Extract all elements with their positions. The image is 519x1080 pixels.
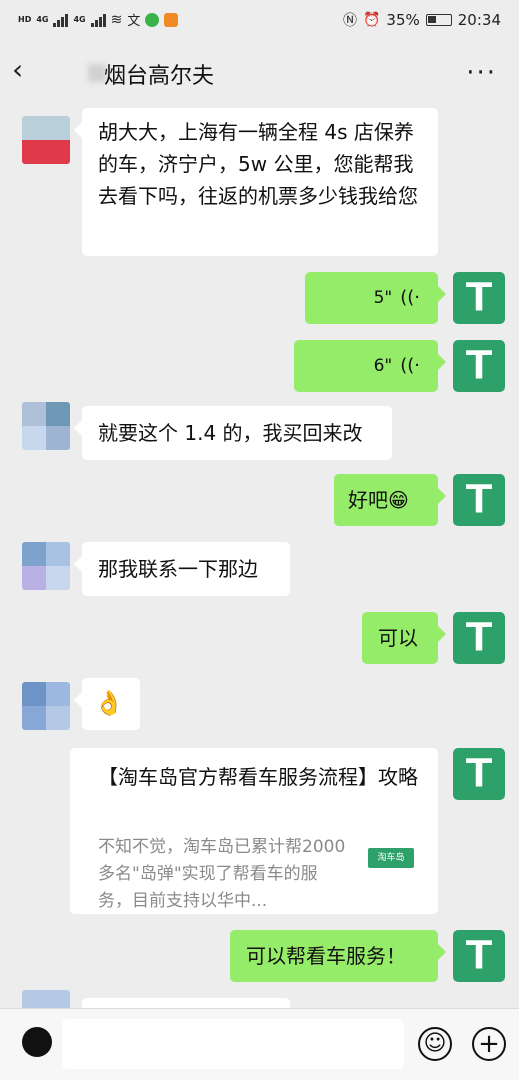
network-label-1: 4G	[36, 14, 49, 24]
back-button[interactable]: ‹	[12, 56, 42, 86]
signal-icon-1	[53, 13, 69, 27]
network-label-2: 4G	[73, 14, 86, 24]
more-options-button[interactable]: ···	[466, 58, 497, 88]
voice-wave-icon: ((·	[400, 287, 420, 308]
wifi-icon: ≋	[110, 11, 123, 28]
voice-duration: 5"	[373, 288, 393, 308]
message-bubble-received[interactable]: 👌	[74, 678, 140, 730]
t-logo-icon: T	[465, 933, 493, 979]
my-avatar[interactable]: T	[453, 340, 505, 392]
t-logo-icon: T	[465, 751, 493, 797]
alarm-icon: ⏰	[362, 12, 381, 28]
message-text: 可以帮看车服务！	[246, 944, 406, 968]
input-bar: ☺ +	[0, 1008, 519, 1080]
my-avatar[interactable]: T	[453, 930, 505, 982]
t-logo-icon: T	[465, 343, 493, 389]
contact-avatar[interactable]	[22, 542, 70, 590]
card-source-logo: 淘车岛	[368, 848, 414, 868]
chat-header: ‹ 烟台高尔夫 ···	[0, 40, 519, 106]
card-title: 【淘车岛官方帮看车服务流程】攻略	[98, 765, 418, 789]
status-right: Ⓝ ⏰ 35% 20:34	[343, 10, 501, 30]
contact-avatar[interactable]	[22, 402, 70, 450]
message-bubble-received[interactable]: 那我联系一下那边	[74, 542, 290, 596]
emoji-button[interactable]: ☺	[418, 1027, 452, 1061]
message-bubble-received[interactable]: 就要这个 1.4 的，我买回来改	[74, 406, 392, 460]
voice-message-bubble[interactable]: 5" ((·	[305, 272, 446, 324]
my-avatar[interactable]: T	[453, 748, 505, 800]
status-left: HD 4G 4G ≋ 文	[18, 10, 179, 29]
battery-percent: 35%	[386, 11, 420, 29]
my-avatar[interactable]: T	[453, 474, 505, 526]
my-avatar[interactable]: T	[453, 612, 505, 664]
link-card[interactable]: 【淘车岛官方帮看车服务流程】攻略 不知不觉，淘车岛已累计帮2000多名"岛弹"实…	[70, 748, 438, 914]
card-description: 不知不觉，淘车岛已累计帮2000多名"岛弹"实现了帮看车的服务，目前支持以华中.…	[98, 837, 346, 911]
status-bar: HD 4G 4G ≋ 文 Ⓝ ⏰ 35% 20:34	[0, 0, 519, 40]
t-logo-icon: T	[465, 275, 493, 321]
app-icon-green	[145, 12, 160, 27]
voice-message-bubble[interactable]: 6" ((·	[294, 340, 446, 392]
voice-toggle-button[interactable]	[22, 1027, 52, 1057]
status-time: 20:34	[457, 11, 501, 29]
message-text: 那我联系一下那边	[98, 557, 258, 581]
message-text: 好吧😁	[348, 488, 409, 512]
message-input[interactable]	[62, 1019, 404, 1069]
more-functions-button[interactable]: +	[472, 1027, 506, 1061]
battery-icon	[425, 14, 452, 26]
contact-avatar[interactable]	[22, 116, 70, 164]
t-logo-icon: T	[465, 615, 493, 661]
voice-duration: 6"	[373, 356, 393, 376]
my-avatar[interactable]: T	[453, 272, 505, 324]
ok-hand-emoji: 👌	[94, 689, 124, 717]
t-logo-icon: T	[465, 477, 493, 523]
contact-avatar[interactable]	[22, 682, 70, 730]
message-bubble-received[interactable]: 胡大大，上海有一辆全程 4s 店保养的车，济宁户，5w 公里，您能帮我去看下吗，…	[74, 108, 438, 256]
nfc-icon: Ⓝ	[342, 13, 357, 29]
message-text: 胡大大，上海有一辆全程 4s 店保养的车，济宁户，5w 公里，您能帮我去看下吗，…	[98, 120, 418, 208]
message-bubble-sent[interactable]: 好吧😁	[334, 474, 446, 526]
message-list[interactable]: 胡大大，上海有一辆全程 4s 店保养的车，济宁户，5w 公里，您能帮我去看下吗，…	[0, 106, 519, 1010]
message-text: 可以	[378, 626, 418, 650]
message-text: 就要这个 1.4 的，我买回来改	[98, 421, 363, 445]
message-bubble-sent[interactable]: 可以	[362, 612, 446, 664]
contact-avatar[interactable]	[22, 990, 70, 1010]
app-icon-orange	[164, 12, 179, 27]
voice-wave-icon: ((·	[400, 355, 420, 376]
chat-title: 烟台高尔夫	[104, 64, 215, 89]
signal-icon-2	[90, 13, 106, 27]
message-bubble-sent[interactable]: 可以帮看车服务！	[230, 930, 446, 982]
translate-icon: 文	[127, 14, 141, 29]
hd-label-1: HD	[18, 14, 32, 24]
